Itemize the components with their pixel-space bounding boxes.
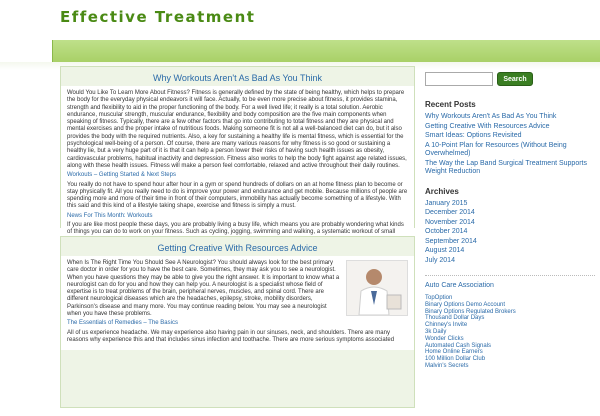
recent-posts-list: Why Workouts Aren't As Bad As You Think … — [425, 113, 595, 177]
archive-link[interactable]: November 2014 — [425, 219, 595, 228]
post-subheading-link[interactable]: News For This Month: Workouts — [67, 213, 152, 219]
search-button[interactable]: Search — [497, 72, 533, 86]
main-content: Why Workouts Aren't As Bad As You Think … — [60, 66, 415, 416]
archive-link[interactable]: August 2014 — [425, 247, 595, 256]
archives-list: January 2015 December 2014 November 2014… — [425, 200, 595, 266]
post-title[interactable]: Getting Creative With Resources Advice — [61, 237, 414, 256]
divider — [425, 275, 595, 276]
blogroll-list: TopOption Binary Options Demo Account Bi… — [425, 295, 595, 370]
archive-link[interactable]: January 2015 — [425, 200, 595, 209]
blogroll-link[interactable]: Home Online Earners — [425, 349, 595, 356]
recent-post-link[interactable]: A 10-Point Plan for Resources (Without B… — [425, 142, 595, 159]
blogroll-link[interactable]: TopOption — [425, 295, 595, 302]
post-subheading-link[interactable]: The Essentials of Remedies – The Basics — [67, 320, 178, 326]
doctor-photo-icon — [347, 261, 407, 316]
recent-post-link[interactable]: Getting Creative With Resources Advice — [425, 123, 595, 132]
archive-link[interactable]: September 2014 — [425, 238, 595, 247]
nav-bar — [52, 40, 600, 62]
post: Getting Creative With Resources Advice W… — [60, 236, 415, 408]
recent-post-link[interactable]: Why Workouts Aren't As Bad As You Think — [425, 113, 595, 122]
blogroll-link[interactable]: Thousand Dollar Days — [425, 315, 595, 322]
post-image — [346, 260, 408, 316]
sidebar: Search Recent Posts Why Workouts Aren't … — [425, 72, 595, 370]
blogroll-link[interactable]: Binary Options Demo Account — [425, 302, 595, 309]
post-paragraph: Would You Like To Learn More About Fitne… — [67, 90, 407, 169]
post-body: When Is The Right Time You Should See A … — [61, 256, 414, 351]
post-title[interactable]: Why Workouts Aren't As Bad As You Think — [61, 67, 414, 86]
header: Effective Treatment — [0, 0, 600, 40]
blogroll-link[interactable]: Malvin's Secrets — [425, 363, 595, 370]
recent-posts-heading: Recent Posts — [425, 100, 476, 109]
post: Why Workouts Aren't As Bad As You Think … — [60, 66, 415, 272]
blogroll-link[interactable]: 100 Million Dollar Club — [425, 356, 595, 363]
search-input[interactable] — [425, 72, 493, 86]
blogroll-link[interactable]: Wonder Clicks — [425, 336, 595, 343]
blogroll-link[interactable]: Automated Cash Signals — [425, 343, 595, 350]
blogroll-link[interactable]: Binary Options Regulated Brokers — [425, 309, 595, 316]
archive-link[interactable]: December 2014 — [425, 209, 595, 218]
archive-link[interactable]: October 2014 — [425, 228, 595, 237]
blogroll-link[interactable]: Chinney's Invite — [425, 322, 595, 329]
post-paragraph: You really do not have to spend hour aft… — [67, 181, 408, 210]
archive-link[interactable]: July 2014 — [425, 257, 595, 266]
post-subheading-link[interactable]: Workouts – Getting Started & Next Steps — [67, 172, 176, 178]
site-title[interactable]: Effective Treatment — [60, 8, 255, 26]
recent-post-link[interactable]: The Way the Lap Band Surgical Treatment … — [425, 160, 595, 177]
blogroll-title[interactable]: Auto Care Association — [425, 282, 595, 289]
post-paragraph: All of us experience headache. We may ex… — [67, 329, 395, 343]
search-form: Search — [425, 72, 595, 86]
archives-heading: Archives — [425, 186, 459, 196]
blogroll-link[interactable]: 3k Daily — [425, 329, 595, 336]
recent-post-link[interactable]: Smart Ideas: Options Revisited — [425, 132, 595, 141]
